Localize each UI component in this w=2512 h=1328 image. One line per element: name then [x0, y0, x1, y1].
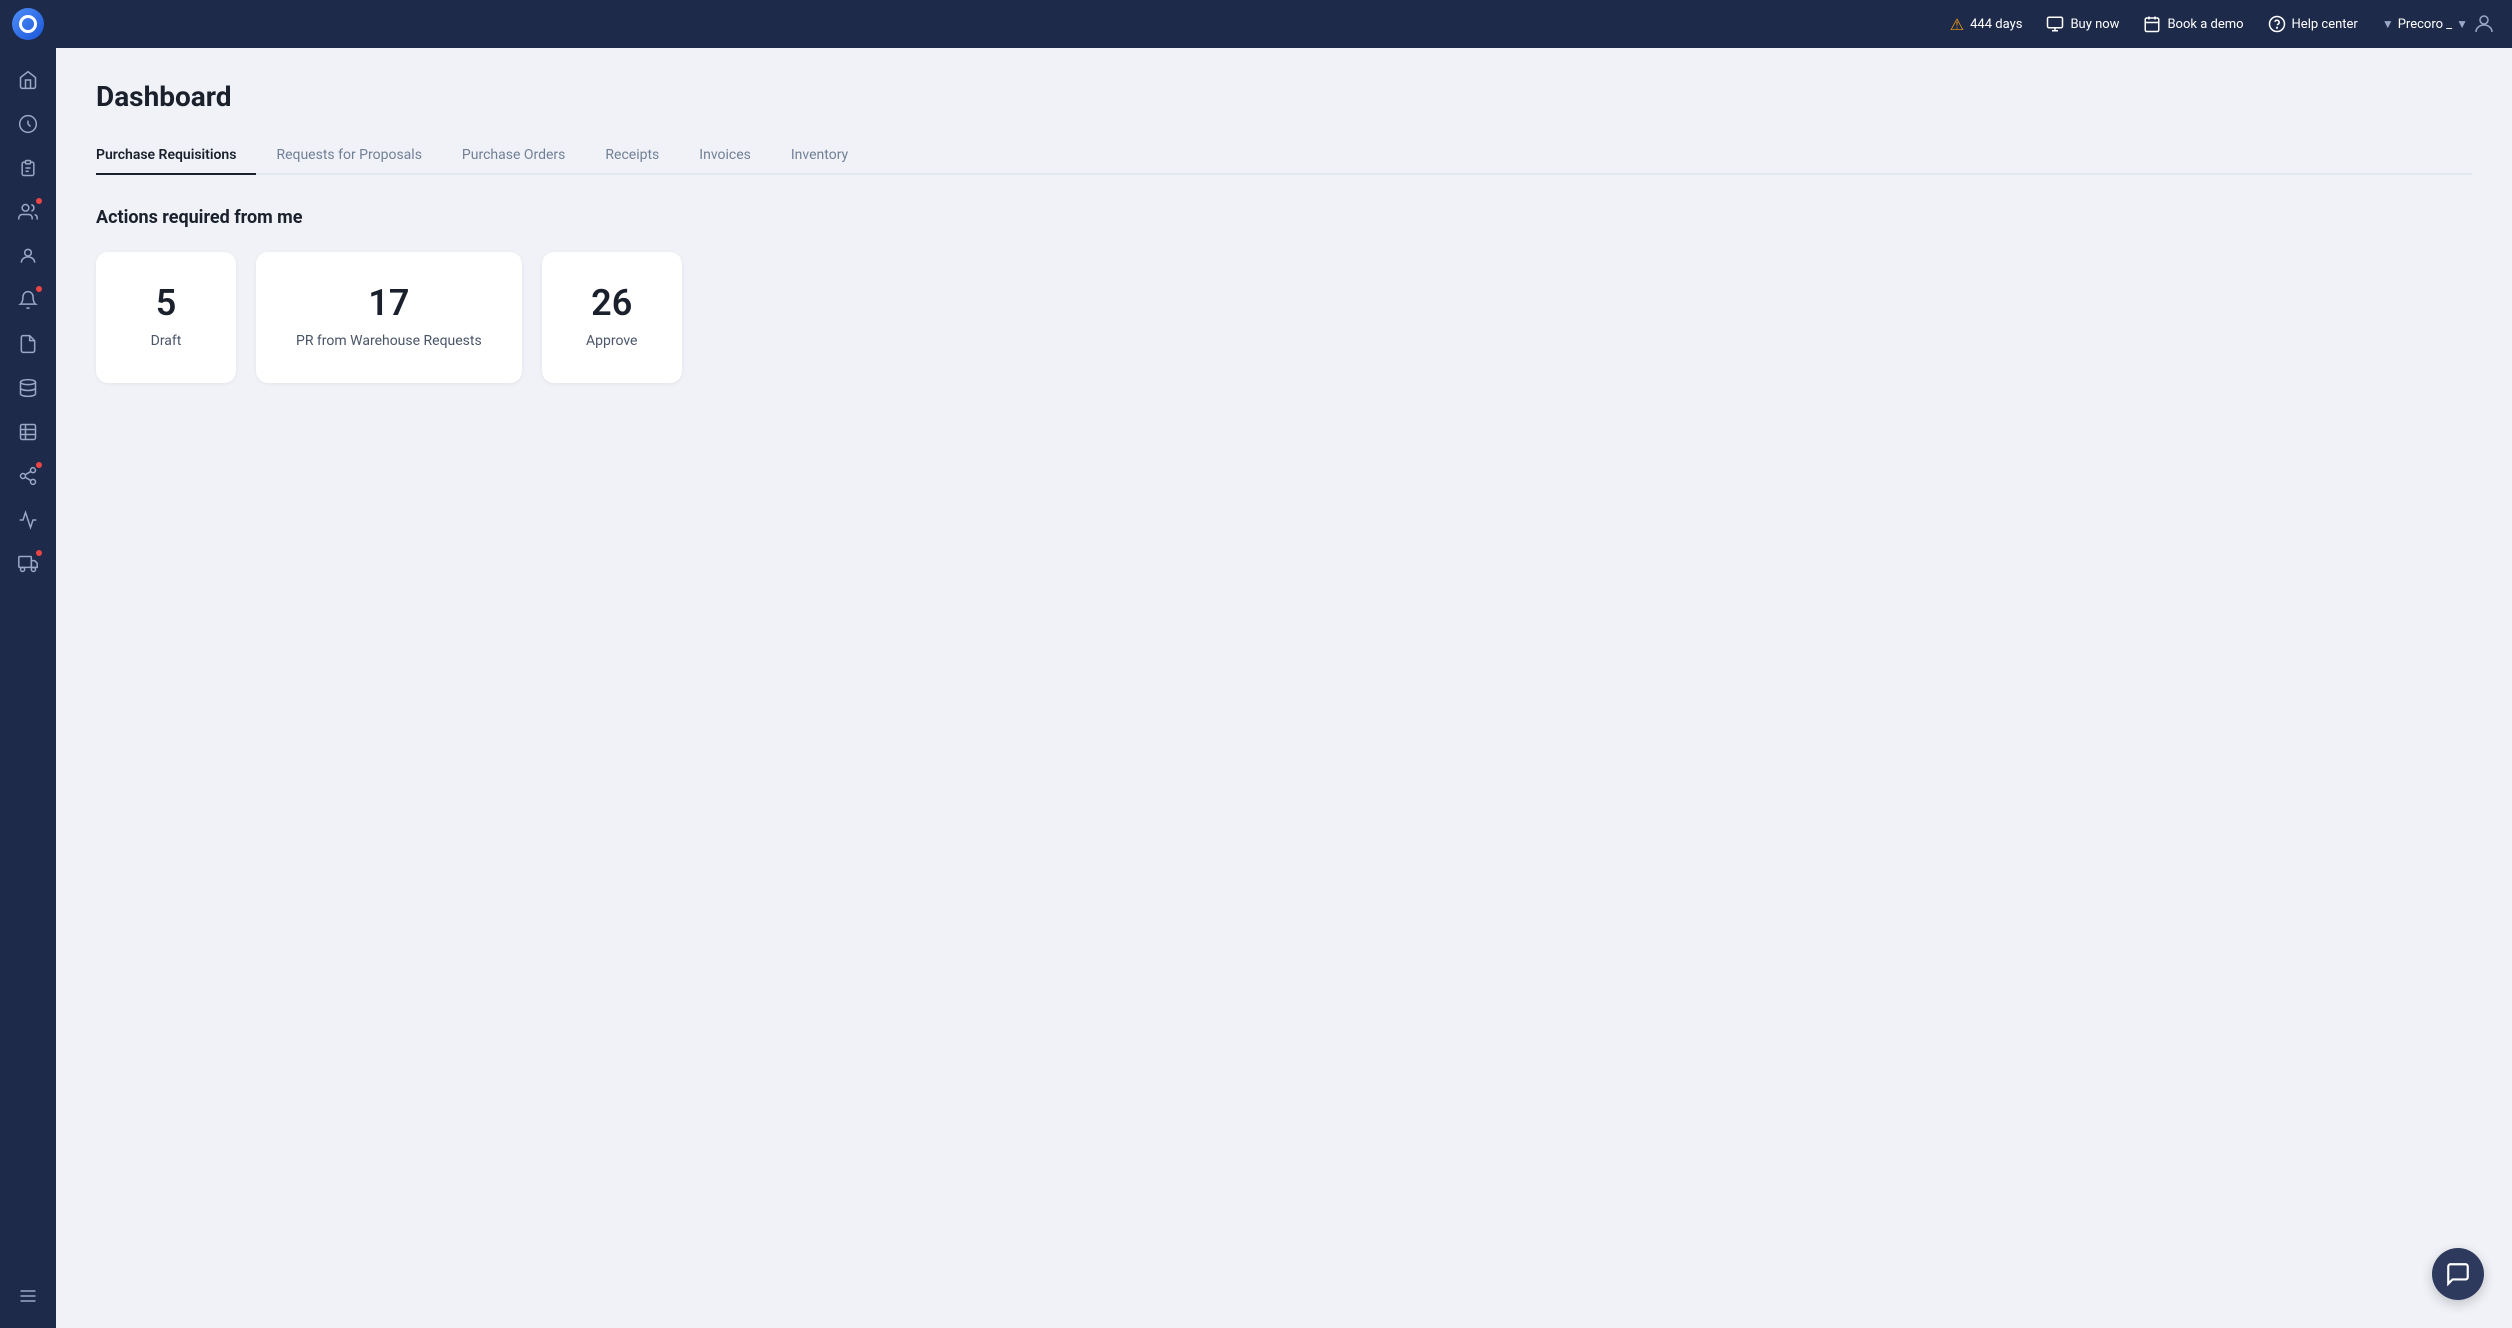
tab-inventory[interactable]: Inventory [771, 137, 868, 173]
draft-count: 5 [156, 284, 177, 324]
action-cards: 5 Draft 17 PR from Warehouse Requests 26… [96, 252, 2472, 383]
sidebar-item-menu[interactable] [8, 1276, 48, 1316]
tab-invoices[interactable]: Invoices [679, 137, 771, 173]
user-menu[interactable]: ▼ Precoro _ ▼ [2382, 12, 2496, 36]
sidebar-item-dashboard[interactable] [8, 104, 48, 144]
logo-inner [19, 15, 37, 33]
integrations-badge [34, 460, 44, 470]
sidebar-item-table[interactable] [8, 412, 48, 452]
chat-button[interactable] [2432, 1248, 2484, 1300]
sidebar [0, 48, 56, 1328]
sidebar-item-documents[interactable] [8, 324, 48, 364]
app-logo[interactable] [0, 0, 56, 48]
tab-requests-for-proposals[interactable]: Requests for Proposals [256, 137, 441, 173]
sidebar-item-integrations[interactable] [8, 456, 48, 496]
help-icon [2268, 15, 2286, 33]
sidebar-item-home[interactable] [8, 60, 48, 100]
notifications-badge [34, 284, 44, 294]
page-title: Dashboard [96, 80, 2472, 113]
sidebar-item-team[interactable] [8, 236, 48, 276]
tab-receipts[interactable]: Receipts [585, 137, 679, 173]
tab-purchase-orders[interactable]: Purchase Orders [442, 137, 585, 173]
book-demo-label: Book a demo [2167, 17, 2243, 32]
users-badge [34, 196, 44, 206]
sidebar-item-delivery[interactable] [8, 544, 48, 584]
approve-count: 26 [591, 284, 632, 324]
user-name-label: Precoro _ [2398, 17, 2452, 32]
chevron-right-icon: ▼ [2456, 17, 2468, 31]
tab-purchase-requisitions[interactable]: Purchase Requisitions [96, 137, 256, 173]
tab-bar: Purchase Requisitions Requests for Propo… [96, 137, 2472, 175]
book-demo-icon [2143, 15, 2161, 33]
trial-days-label: 444 days [1970, 17, 2022, 32]
main-layout: Dashboard Purchase Requisitions Requests… [0, 48, 2512, 1328]
sidebar-item-orders[interactable] [8, 148, 48, 188]
help-center-button[interactable]: Help center [2268, 15, 2358, 33]
buy-now-button[interactable]: Buy now [2046, 15, 2119, 33]
buy-now-label: Buy now [2070, 17, 2119, 32]
sidebar-item-storage[interactable] [8, 368, 48, 408]
delivery-badge [34, 548, 44, 558]
draft-label: Draft [151, 332, 182, 352]
user-avatar-icon [2472, 12, 2496, 36]
help-center-label: Help center [2292, 17, 2358, 32]
warning-icon: ⚠ [1950, 15, 1964, 34]
sidebar-item-users[interactable] [8, 192, 48, 232]
logo-circle [12, 8, 44, 40]
sidebar-item-analytics[interactable] [8, 500, 48, 540]
page-content: Dashboard Purchase Requisitions Requests… [56, 48, 2512, 1328]
buy-now-icon [2046, 15, 2064, 33]
approve-label: Approve [586, 332, 637, 352]
book-demo-button[interactable]: Book a demo [2143, 15, 2243, 33]
sidebar-item-notifications[interactable] [8, 280, 48, 320]
actions-section-title: Actions required from me [96, 207, 2472, 228]
warehouse-label: PR from Warehouse Requests [296, 332, 482, 352]
approve-card[interactable]: 26 Approve [542, 252, 682, 383]
top-navigation: ⚠ 444 days Buy now Book a demo [0, 0, 2512, 48]
warehouse-count: 17 [368, 284, 409, 324]
draft-card[interactable]: 5 Draft [96, 252, 236, 383]
trial-warning[interactable]: ⚠ 444 days [1950, 15, 2023, 34]
warehouse-requests-card[interactable]: 17 PR from Warehouse Requests [256, 252, 522, 383]
chevron-down-icon: ▼ [2382, 17, 2394, 31]
